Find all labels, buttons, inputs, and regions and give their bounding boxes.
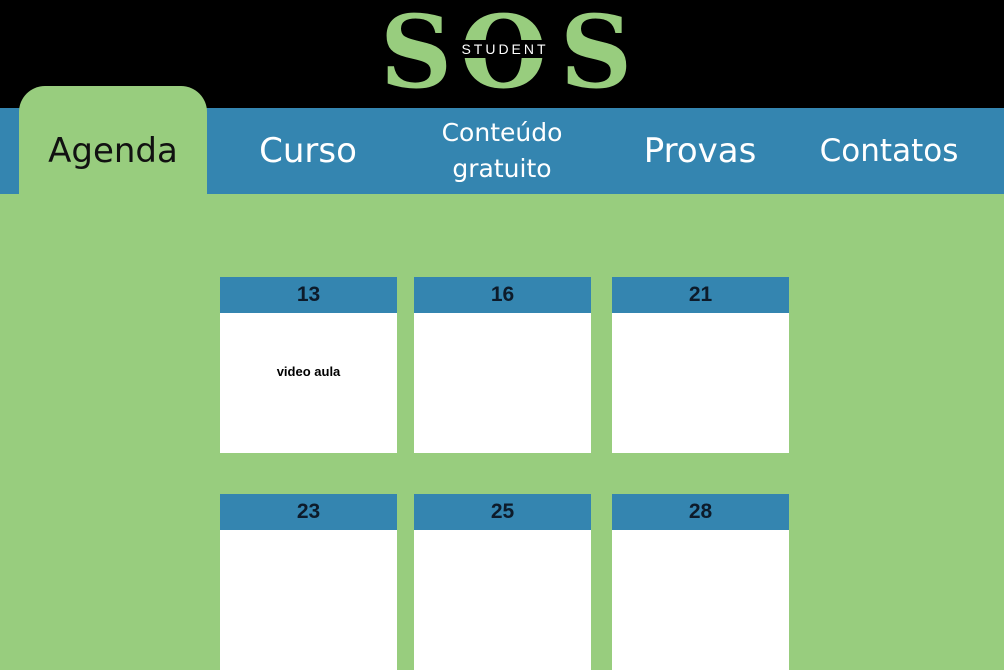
calendar-day-event <box>220 530 397 670</box>
nav-tab-conteudo-gratuito[interactable]: Conteúdo gratuito <box>410 108 594 194</box>
nav-tab-curso[interactable]: Curso <box>212 108 404 194</box>
calendar-day-number: 23 <box>220 494 397 530</box>
calendar-day-event <box>612 313 789 453</box>
logo-subtitle: STUDENT <box>450 40 560 58</box>
calendar-day-number: 16 <box>414 277 591 313</box>
calendar-day-event <box>414 313 591 453</box>
calendar-day-event <box>612 530 789 670</box>
calendar-day-number: 25 <box>414 494 591 530</box>
nav-tab-agenda[interactable]: Agenda <box>19 86 207 194</box>
nav-tab-label: Agenda <box>48 131 178 171</box>
calendar-day-event: video aula <box>276 363 341 379</box>
nav-tab-contatos[interactable]: Contatos <box>800 108 978 194</box>
sos-student-logo[interactable]: S O S STUDENT <box>380 0 632 111</box>
nav-tab-label: Provas <box>643 131 757 171</box>
calendar-day-number: 13 <box>220 277 397 313</box>
nav-tab-label: Contatos <box>819 133 959 169</box>
calendar-day-card[interactable]: 28 <box>612 494 789 670</box>
nav-tab-label-line2: gratuito <box>452 154 552 183</box>
calendar-day-number: 21 <box>612 277 789 313</box>
logo-letter-s: S <box>380 0 453 111</box>
calendar-day-card[interactable]: 23 <box>220 494 397 670</box>
nav-tab-label: Curso <box>259 131 357 171</box>
calendar-day-card[interactable]: 25 <box>414 494 591 670</box>
calendar-day-card[interactable]: 13 video aula <box>220 277 397 453</box>
nav-tab-label-line1: Conteúdo <box>441 118 563 147</box>
calendar-day-number: 28 <box>612 494 789 530</box>
calendar-day-card[interactable]: 21 <box>612 277 789 453</box>
nav-tab-provas[interactable]: Provas <box>604 108 796 194</box>
calendar-day-event <box>414 530 591 670</box>
calendar-day-card[interactable]: 16 <box>414 277 591 453</box>
logo-letter-s: S <box>560 0 633 111</box>
